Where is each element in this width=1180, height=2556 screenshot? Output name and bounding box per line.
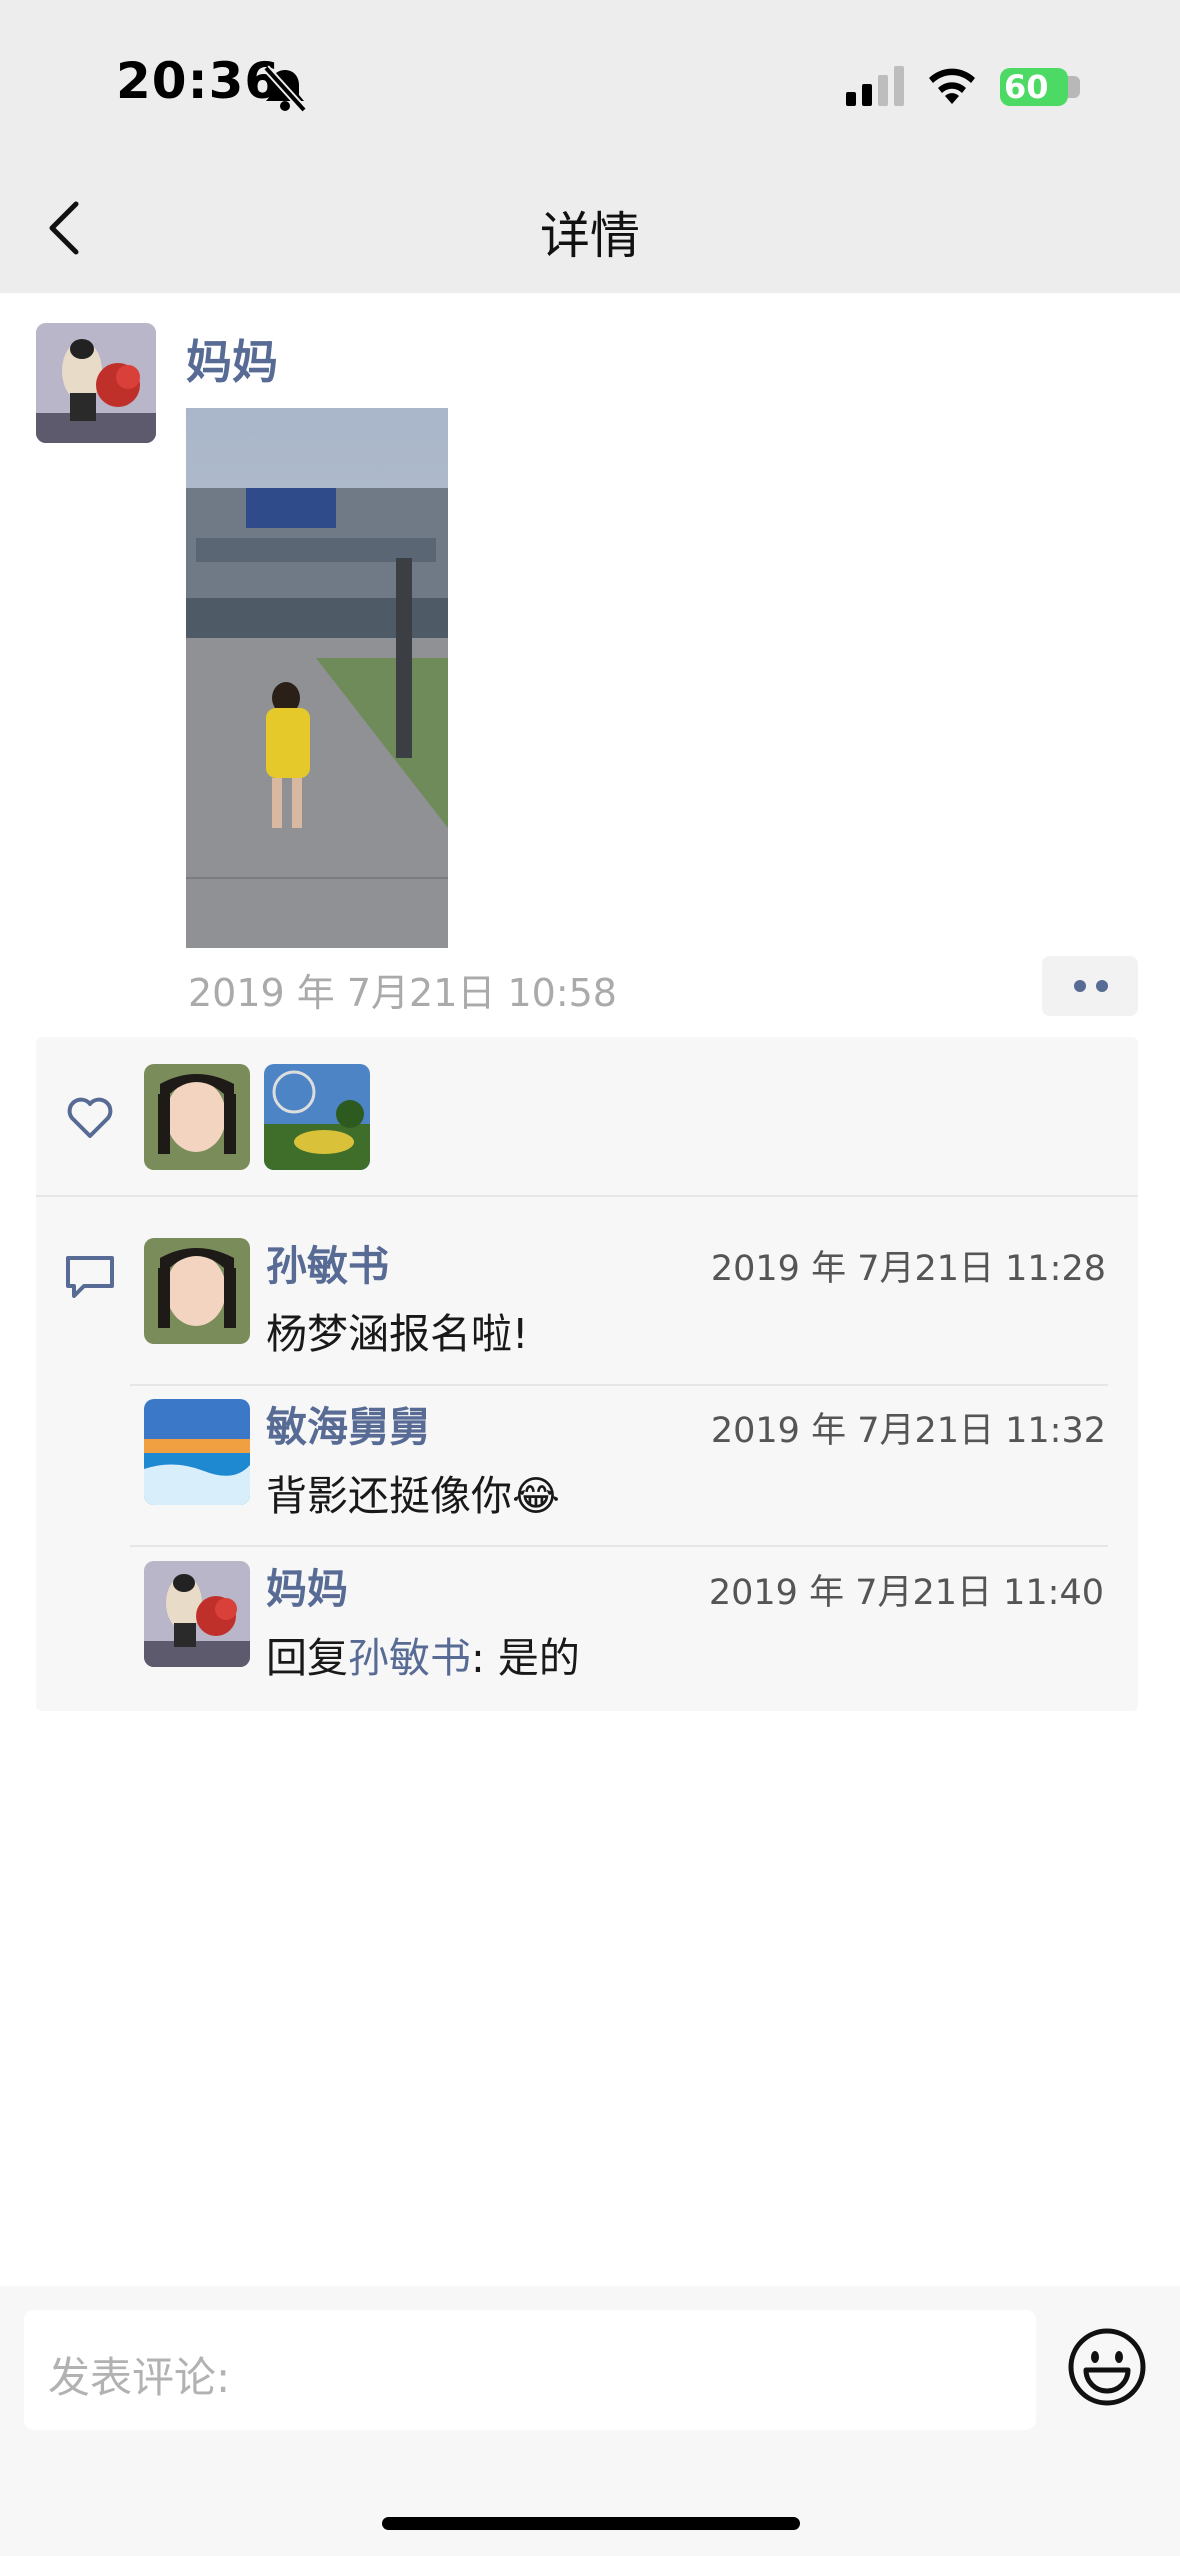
commenter-avatar-image xyxy=(144,1399,250,1505)
comment-text[interactable]: 回复孙敏书: 是的 xyxy=(266,1624,580,1684)
battery-indicator: 60 xyxy=(1000,68,1068,106)
page-title: 详情 xyxy=(540,207,640,265)
comment-text-body: : 是的 xyxy=(471,1634,580,1682)
cellular-signal-icon xyxy=(846,66,904,106)
comment-time: 2019 年 7月21日 11:32 xyxy=(710,1411,1106,1451)
comment-author[interactable]: 敏海舅舅 xyxy=(266,1393,430,1453)
post-photo[interactable] xyxy=(186,408,448,948)
commenter-avatar[interactable] xyxy=(144,1238,250,1344)
wifi-icon xyxy=(929,68,975,104)
photo-image xyxy=(186,408,448,948)
mute-bell-icon xyxy=(263,65,307,113)
avatar[interactable] xyxy=(36,323,156,443)
commenter-avatar[interactable] xyxy=(144,1399,250,1505)
commenter-avatar[interactable] xyxy=(144,1561,250,1667)
comment-text[interactable]: 杨梦涵报名啦! xyxy=(266,1300,528,1360)
liker-avatar-image xyxy=(144,1064,250,1170)
comment-author[interactable]: 孙敏书 xyxy=(266,1232,389,1292)
comment-text-body: 背影还挺像你 xyxy=(266,1472,512,1520)
comment-bubble-icon xyxy=(66,1256,114,1298)
comment-author[interactable]: 妈妈 xyxy=(266,1555,348,1615)
liker-avatar-image xyxy=(264,1064,370,1170)
comment-time: 2019 年 7月21日 11:40 xyxy=(708,1573,1104,1613)
post-time: 2019 年 7月21日 10:58 xyxy=(188,971,617,1015)
reply-target[interactable]: 孙敏书 xyxy=(348,1634,471,1682)
heart-icon xyxy=(67,1097,113,1138)
laughing-emoji: 😂 xyxy=(512,1472,560,1520)
battery-tail xyxy=(1068,76,1080,98)
more-dots-icon xyxy=(1074,980,1108,992)
divider xyxy=(130,1545,1108,1547)
status-time: 20:36 xyxy=(116,52,281,110)
home-indicator xyxy=(382,2517,800,2530)
smiley-icon[interactable] xyxy=(1066,2326,1148,2408)
comment-placeholder: 发表评论: xyxy=(48,2353,231,2402)
liker-avatar-2[interactable] xyxy=(264,1064,370,1170)
commenter-avatar-image xyxy=(144,1238,250,1344)
comment-text[interactable]: 背影还挺像你😂 xyxy=(266,1462,560,1522)
liker-avatar-1[interactable] xyxy=(144,1064,250,1170)
more-button[interactable] xyxy=(1042,956,1138,1016)
divider xyxy=(36,1195,1138,1197)
comment-input[interactable]: 发表评论: xyxy=(24,2310,1036,2430)
battery-level: 60 xyxy=(1004,68,1049,106)
commenter-avatar-image xyxy=(144,1561,250,1667)
divider xyxy=(130,1384,1108,1386)
avatar-image xyxy=(36,323,156,443)
comment-time: 2019 年 7月21日 11:28 xyxy=(710,1249,1106,1289)
reply-prefix: 回复 xyxy=(266,1634,348,1682)
post-author[interactable]: 妈妈 xyxy=(186,326,278,392)
